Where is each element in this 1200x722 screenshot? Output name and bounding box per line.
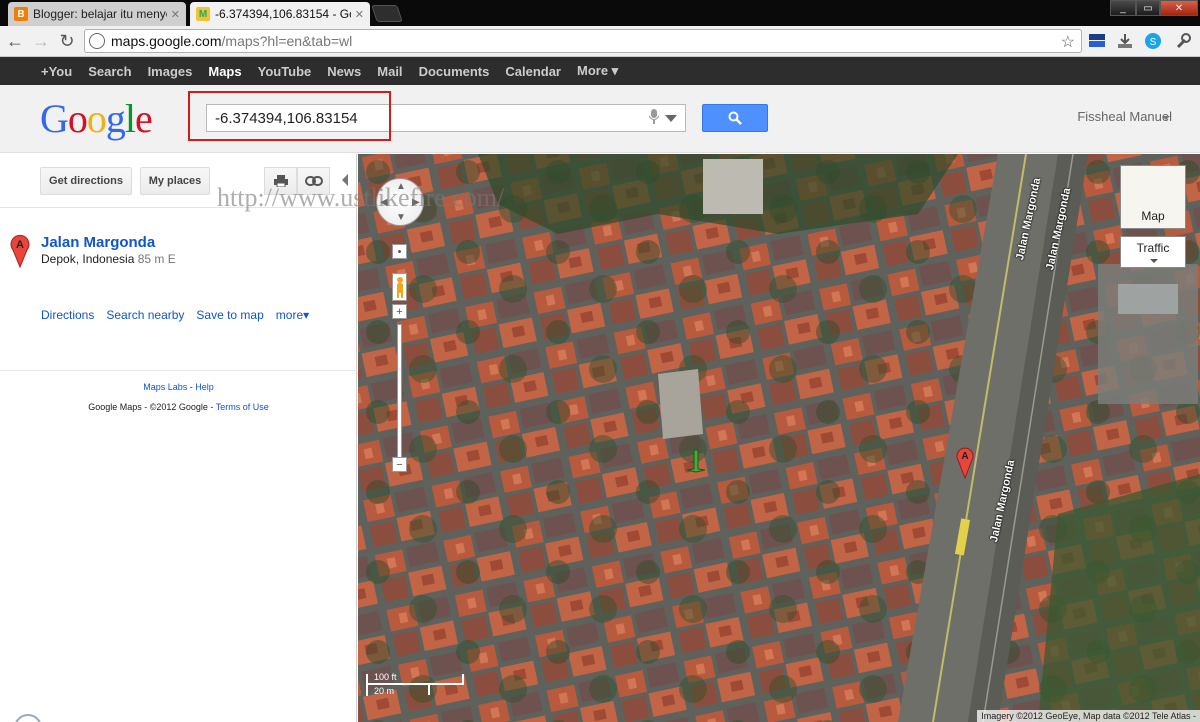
map-canvas[interactable]: A Jalan Margonda Jalan Margonda Jalan Ma… [358,154,1200,722]
logo-letter: l [124,96,136,141]
gbar-news[interactable]: News [327,64,361,79]
save-to-map-link[interactable]: Save to map [196,308,263,322]
directions-link[interactable]: Directions [41,308,94,322]
get-directions-button[interactable]: Get directions [40,167,132,195]
svg-text:A: A [16,239,24,251]
maps-labs-link[interactable]: Maps Labs [143,382,187,392]
zoom-slider-track[interactable] [397,324,402,464]
zoom-in-button[interactable]: + [392,304,407,319]
maps-icon: M [196,7,210,21]
tab-title: Blogger: belajar itu menyen [33,7,167,21]
gbar-more[interactable]: More ▾ [577,63,618,79]
google-bar: +You Search Images Maps YouTube News Mai… [0,57,1200,85]
url-path: /maps?hl=en&tab=wl [221,33,353,49]
bookmark-star-icon[interactable]: ☆ [1061,32,1075,52]
url-host: maps.google.com [111,33,222,49]
footer-links: Maps Labs - Help [0,382,357,392]
download-icon[interactable] [1116,32,1134,50]
chevron-down-icon[interactable] [665,115,677,122]
help-link[interactable]: Help [195,382,214,392]
tab-blogger[interactable]: B Blogger: belajar itu menyen ✕ [8,2,186,26]
wrench-icon[interactable] [1174,32,1192,50]
browser-titlebar: B Blogger: belajar itu menyen ✕ M -6.374… [0,0,1200,26]
new-tab-button[interactable] [371,5,403,22]
search-nearby-link[interactable]: Search nearby [106,308,184,322]
result-address: Depok, Indonesia 85 m E [41,252,176,266]
more-link[interactable]: more▾ [276,308,309,322]
address-bar[interactable]: maps.google.com/maps?hl=en&tab=wl ☆ [84,29,1082,53]
pegman-top-icon[interactable]: • [392,244,407,259]
my-places-button[interactable]: My places [140,167,210,195]
gbar-youtube[interactable]: YouTube [258,64,312,79]
skype-icon[interactable]: S [1144,32,1162,50]
close-icon[interactable]: ✕ [171,8,180,21]
tab-title: -6.374394,106.83154 - Goog [215,7,351,21]
copyright-line: Google Maps - ©2012 Google - Terms of Us… [0,402,357,412]
left-panel: Get directions My places http://www.ustl… [0,154,504,722]
watermark-text: http://www.ustlikefire.com/ [217,183,505,212]
map-type-label: Map [1141,209,1165,223]
gbar-mail[interactable]: Mail [377,64,402,79]
gbar-plus-you[interactable]: +You [41,64,72,79]
gbar-maps[interactable]: Maps [208,64,241,79]
svg-text:A: A [961,451,968,462]
logo-letter: o [67,96,88,141]
result-title[interactable]: Jalan Margonda [41,234,155,251]
marker-a-icon[interactable]: A [10,234,30,271]
search-icon [728,111,742,125]
zoom-out-button[interactable]: − [392,457,407,472]
gbar-documents[interactable]: Documents [419,64,490,79]
logo-letter: g [105,96,126,141]
gbar-calendar[interactable]: Calendar [505,64,561,79]
chevron-down-icon [1162,116,1170,120]
scale-m: 20 m [374,686,395,696]
svg-text:S: S [1150,37,1157,48]
distance-text: 85 m E [137,252,176,266]
user-account-menu[interactable]: Fissheal Manuel [1077,109,1172,124]
result-actions: Directions Search nearby Save to map mor… [41,308,309,322]
back-icon[interactable]: ← [4,30,26,52]
search-button[interactable] [702,104,768,132]
map-scale: 100 ft 20 m [366,672,466,700]
logo-letter: o [86,96,107,141]
forward-icon[interactable]: → [30,30,52,52]
browser-toolbar: ← → ↻ maps.google.com/maps?hl=en&tab=wl … [0,26,1200,57]
map-type-button[interactable]: Map [1120,165,1186,229]
copyright-text: Google Maps - ©2012 Google - [88,402,216,412]
divider [0,370,357,371]
gbar-search[interactable]: Search [88,64,131,79]
blogger-icon: B [14,7,28,21]
scale-ft: 100 ft [374,672,397,682]
map-attribution: Imagery ©2012 GeoEye, Map data ©2012 Tel… [977,710,1200,722]
terms-link[interactable]: Terms of Use [216,402,269,412]
tab-google-maps[interactable]: M -6.374394,106.83154 - Goog ✕ [190,2,370,26]
search-header: Google -6.374394,106.83154 Fissheal Manu… [0,85,1200,153]
chevron-down-icon [1150,259,1158,263]
gbar-images[interactable]: Images [148,64,193,79]
annotation-highlight-box [188,91,391,141]
google-logo[interactable]: Google [40,95,153,142]
globe-icon [89,33,105,49]
close-window-button[interactable]: ✕ [1160,0,1198,16]
logo-letter: G [40,96,69,141]
close-icon[interactable]: ✕ [355,8,364,21]
maximize-button[interactable]: ▭ [1136,0,1160,16]
pan-down-icon[interactable]: ▼ [396,212,406,223]
satellite-imagery: A [358,154,1200,722]
flag-icon[interactable] [1088,32,1106,50]
logo-letter: e [135,96,153,141]
pegman-icon[interactable] [392,273,407,301]
address-text: Depok, Indonesia [41,252,135,266]
traffic-label: Traffic [1136,241,1170,255]
reload-icon[interactable]: ↻ [56,30,78,52]
traffic-button[interactable]: Traffic [1120,236,1186,268]
minimize-button[interactable]: _ [1110,0,1136,16]
microphone-icon[interactable] [648,109,660,128]
